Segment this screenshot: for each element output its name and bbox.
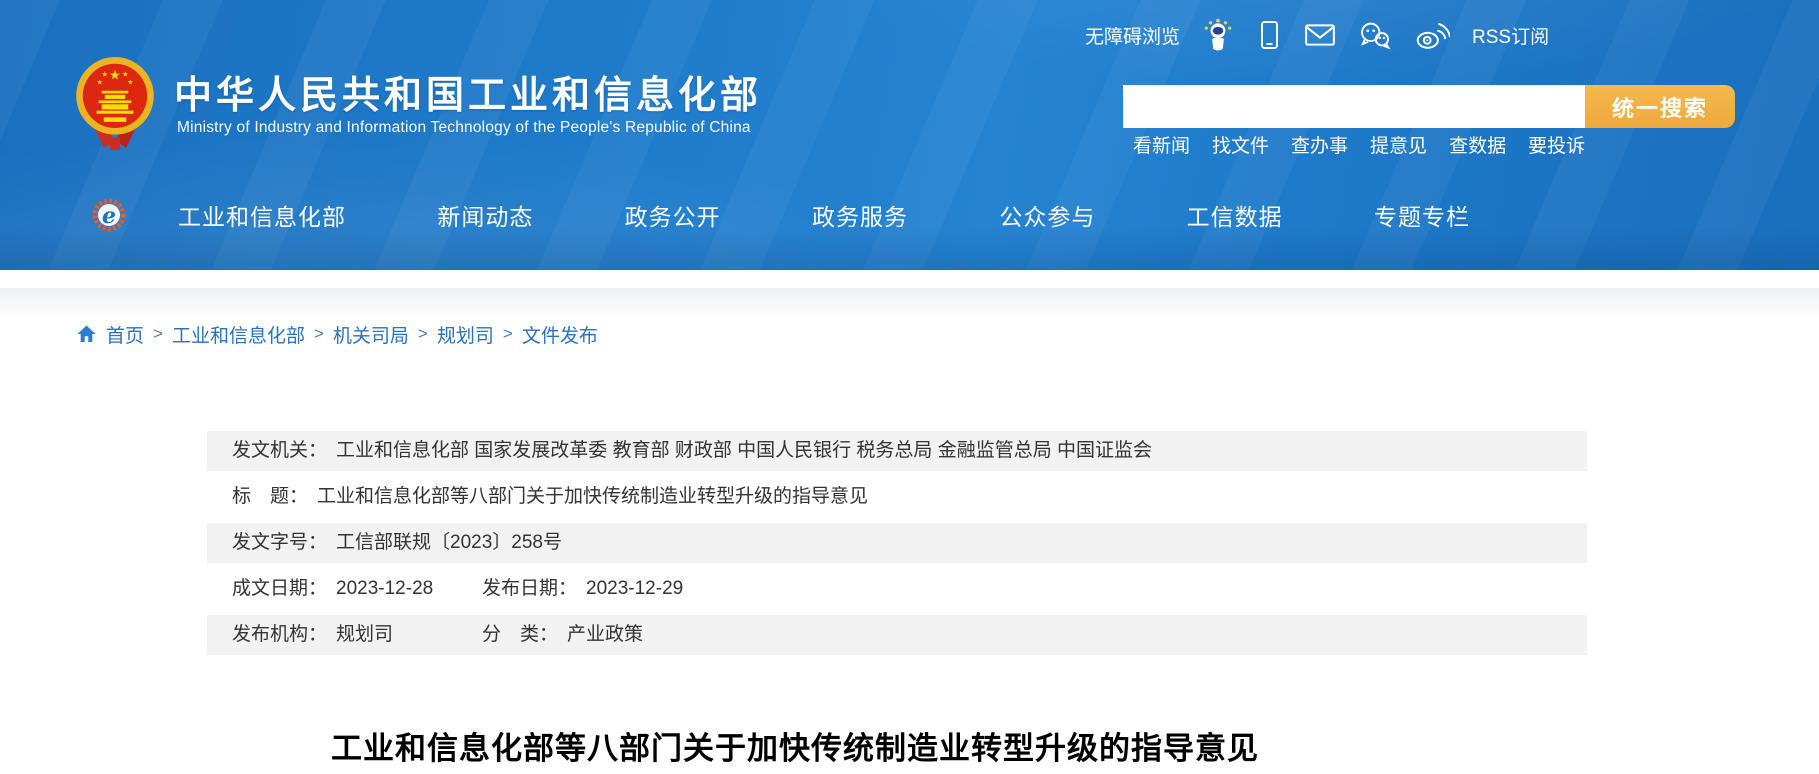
weibo-icon[interactable] — [1414, 20, 1450, 50]
nav-item-participation[interactable]: 公众参与 — [999, 198, 1095, 232]
article-title: 工业和信息化部等八部门关于加快传统制造业转型升级的指导意见 — [180, 723, 1410, 768]
quick-link-data[interactable]: 查数据 — [1449, 131, 1506, 158]
breadcrumb-home[interactable]: 首页 — [106, 321, 144, 348]
quick-link-files[interactable]: 找文件 — [1212, 131, 1269, 158]
breadcrumb-separator: > — [503, 324, 513, 344]
search-box — [1123, 85, 1585, 128]
meta-label: 标 题： — [232, 486, 308, 507]
document-meta-table: 发文机关： 工业和信息化部 国家发展改革委 教育部 财政部 中国人民银行 税务总局… — [207, 431, 1587, 661]
rss-link[interactable]: RSS订阅 — [1472, 22, 1549, 49]
nav-item-miit[interactable]: 工业和信息化部 — [178, 198, 346, 232]
mobile-icon[interactable] — [1256, 19, 1282, 51]
breadcrumb: 首页 > 工业和信息化部 > 机关司局 > 规划司 > 文件发布 — [76, 320, 598, 348]
meta-cell-category: 分 类： 产业政策 — [482, 615, 643, 655]
nav-item-news[interactable]: 新闻动态 — [437, 198, 533, 232]
meta-row-dates: 成文日期： 2023-12-28 发布日期： 2023-12-29 — [207, 569, 1587, 609]
svg-text:e: e — [102, 203, 116, 229]
meta-label: 分 类： — [482, 624, 558, 645]
meta-value: 工业和信息化部 国家发展改革委 教育部 财政部 中国人民银行 税务总局 金融监管… — [336, 440, 1152, 461]
national-emblem-logo[interactable]: ★ ★★ ★★ — [74, 54, 156, 157]
wechat-icon[interactable] — [1358, 20, 1392, 50]
meta-row-publisher-category: 发布机构： 规划司 分 类： 产业政策 — [207, 615, 1587, 655]
breadcrumb-miit[interactable]: 工业和信息化部 — [172, 321, 305, 348]
meta-value: 工业和信息化部等八部门关于加快传统制造业转型升级的指导意见 — [317, 486, 868, 507]
meta-label: 发文机关： — [232, 440, 327, 461]
meta-row-issuing-agencies: 发文机关： 工业和信息化部 国家发展改革委 教育部 财政部 中国人民银行 税务总局… — [207, 431, 1587, 471]
nav-item-data[interactable]: 工信数据 — [1187, 198, 1283, 232]
meta-value: 产业政策 — [567, 624, 643, 645]
quick-links: 看新闻 找文件 查办事 提意见 查数据 要投诉 — [1133, 131, 1585, 158]
utility-bar: 无障碍浏览 — [1085, 18, 1549, 52]
home-icon[interactable] — [76, 324, 97, 344]
meta-label: 发布机构： — [232, 624, 327, 645]
site-title: 中华人民共和国工业和信息化部 — [174, 64, 762, 119]
meta-value: 2023-12-29 — [586, 578, 683, 599]
quick-link-services[interactable]: 查办事 — [1291, 131, 1348, 158]
breadcrumb-separator: > — [153, 324, 163, 344]
meta-value: 2023-12-28 — [336, 578, 433, 599]
robot-mascot-icon[interactable] — [1202, 18, 1234, 52]
unified-search-button[interactable]: 统一搜索 — [1585, 85, 1735, 128]
svg-text:★: ★ — [102, 69, 108, 78]
site-header: 无障碍浏览 — [0, 0, 1819, 270]
meta-row-title: 标 题： 工业和信息化部等八部门关于加快传统制造业转型升级的指导意见 — [207, 477, 1587, 517]
meta-label: 成文日期： — [232, 578, 327, 599]
svg-text:★: ★ — [122, 69, 128, 78]
svg-text:★: ★ — [109, 69, 121, 84]
breadcrumb-document-release[interactable]: 文件发布 — [522, 321, 598, 348]
accessibility-link[interactable]: 无障碍浏览 — [1085, 22, 1180, 49]
mail-icon[interactable] — [1304, 22, 1336, 48]
breadcrumb-planning-dept[interactable]: 规划司 — [437, 321, 494, 348]
nav-item-gov-info[interactable]: 政务公开 — [625, 198, 721, 232]
miit-swirl-logo-icon: e — [88, 194, 130, 241]
search-input[interactable] — [1123, 85, 1585, 128]
meta-label: 发文字号： — [232, 532, 327, 553]
breadcrumb-separator: > — [314, 324, 324, 344]
quick-link-suggest[interactable]: 提意见 — [1370, 131, 1427, 158]
breadcrumb-departments[interactable]: 机关司局 — [333, 321, 409, 348]
meta-value: 规划司 — [336, 624, 393, 645]
nav-item-topics[interactable]: 专题专栏 — [1374, 198, 1470, 232]
svg-text:★: ★ — [96, 78, 102, 87]
nav-item-gov-services[interactable]: 政务服务 — [812, 198, 908, 232]
main-nav: 工业和信息化部 新闻动态 政务公开 政务服务 公众参与 工信数据 专题专栏 — [178, 198, 1470, 232]
breadcrumb-separator: > — [418, 324, 428, 344]
header-shadow-band — [0, 288, 1819, 320]
meta-value: 工信部联规〔2023〕258号 — [336, 532, 562, 553]
quick-link-complain[interactable]: 要投诉 — [1528, 131, 1585, 158]
svg-text:★: ★ — [127, 78, 133, 87]
meta-cell-publish-date: 发布日期： 2023-12-29 — [482, 569, 683, 609]
meta-label: 发布日期： — [482, 578, 577, 599]
meta-row-doc-number: 发文字号： 工信部联规〔2023〕258号 — [207, 523, 1587, 563]
quick-link-news[interactable]: 看新闻 — [1133, 131, 1190, 158]
site-subtitle: Ministry of Industry and Information Tec… — [177, 119, 751, 137]
